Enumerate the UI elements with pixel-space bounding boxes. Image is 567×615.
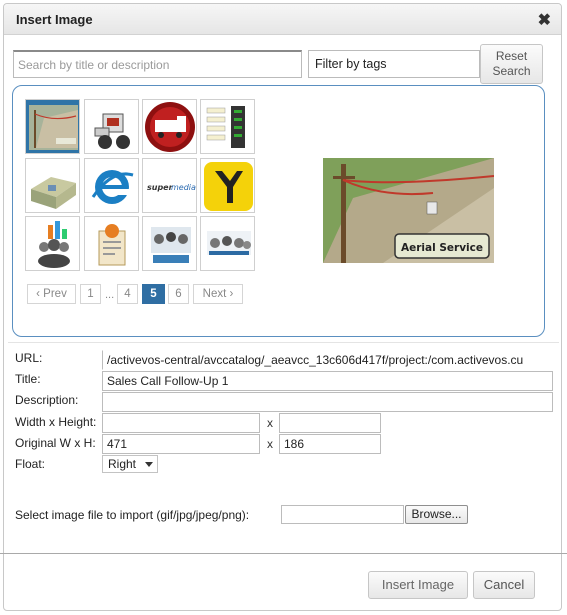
original-height-field[interactable]: 186 [279,434,381,454]
image-preview: Aerial Service [323,158,494,263]
float-select[interactable]: Right [102,455,158,473]
search-input[interactable] [13,50,302,78]
chevron-down-icon [145,462,153,467]
description-label: Description: [15,393,79,407]
thumbnail-people-meeting[interactable] [200,216,255,271]
thumbnail-bobcat-loader[interactable] [84,99,139,154]
thumbnail-checklist[interactable] [200,99,255,154]
insert-image-button[interactable]: Insert Image [368,571,468,599]
pager-ellipsis: ... [105,289,115,301]
clipboard-person-thumb-icon [85,217,138,270]
svg-text:media: media [171,183,196,192]
close-icon[interactable]: ✖ [538,10,551,30]
width-field[interactable] [102,413,260,433]
original-size-separator: x [267,437,273,451]
dialog-title: Insert Image [16,12,93,27]
thumbnail-ie-logo[interactable] [84,158,139,213]
pager-page-1[interactable]: 1 [80,284,101,304]
social-people-thumb-icon [26,217,79,270]
ie-logo-thumb-icon [85,159,138,212]
thumbnail-social-people[interactable] [25,216,80,271]
aerial-service-preview-image: Aerial Service [323,158,494,263]
supermedia-logo-thumb-icon: super media [143,159,196,212]
thumbnail-house-diagram[interactable] [25,158,80,213]
thumbnail-aerial-service[interactable] [25,99,80,154]
aerial-service-thumb-icon [29,105,78,150]
original-size-label: Original W x H: [15,436,96,450]
url-field[interactable]: /activevos-central/avccatalog/_aeavcc_13… [102,350,555,370]
svg-text:super: super [147,183,174,192]
reset-search-button[interactable]: Reset Search [480,44,543,84]
title-label: Title: [15,372,41,386]
browse-button[interactable]: Browse... [405,505,468,524]
house-diagram-thumb-icon [26,159,79,212]
yellow-pages-logo-thumb-icon [201,159,254,212]
height-field[interactable] [279,413,381,433]
cancel-button[interactable]: Cancel [473,571,535,599]
dialog-titlebar: Insert Image ✖ [4,4,561,35]
dialog-footer-divider [0,553,567,554]
form-divider [8,342,559,343]
url-label: URL: [15,351,43,365]
pager-prev[interactable]: ‹ Prev [27,284,76,304]
thumbnail-clipboard-person[interactable] [84,216,139,271]
title-field[interactable]: Sales Call Follow-Up 1 [102,371,553,391]
preview-caption: Aerial Service [401,242,483,254]
pager-page-5[interactable]: 5 [142,284,165,304]
thumbnail-people-group[interactable] [142,216,197,271]
thumbnail-fire-truck[interactable] [142,99,197,154]
float-label: Float: [15,457,46,471]
checklist-thumb-icon [201,100,254,153]
original-width-field[interactable]: 471 [102,434,260,454]
float-select-value: Right [108,457,137,471]
people-group-thumb-icon [143,217,196,270]
file-path-field[interactable] [281,505,404,524]
import-label: Select image file to import (gif/jpg/jpe… [15,508,250,522]
pager-page-4[interactable]: 4 [117,284,138,304]
thumbnail-supermedia-logo[interactable]: super media [142,158,197,213]
filter-tags-field[interactable]: Filter by tags [308,50,480,78]
loader-thumb-icon [85,100,138,153]
thumbnail-yellow-pages-logo[interactable] [200,158,255,213]
people-meeting-thumb-icon [201,217,254,270]
size-separator: x [267,416,273,430]
fire-truck-thumb-icon [143,100,196,153]
description-field[interactable] [102,392,553,412]
size-label: Width x Height: [15,415,97,429]
pager-next[interactable]: Next › [193,284,243,304]
pager-page-6[interactable]: 6 [168,284,189,304]
